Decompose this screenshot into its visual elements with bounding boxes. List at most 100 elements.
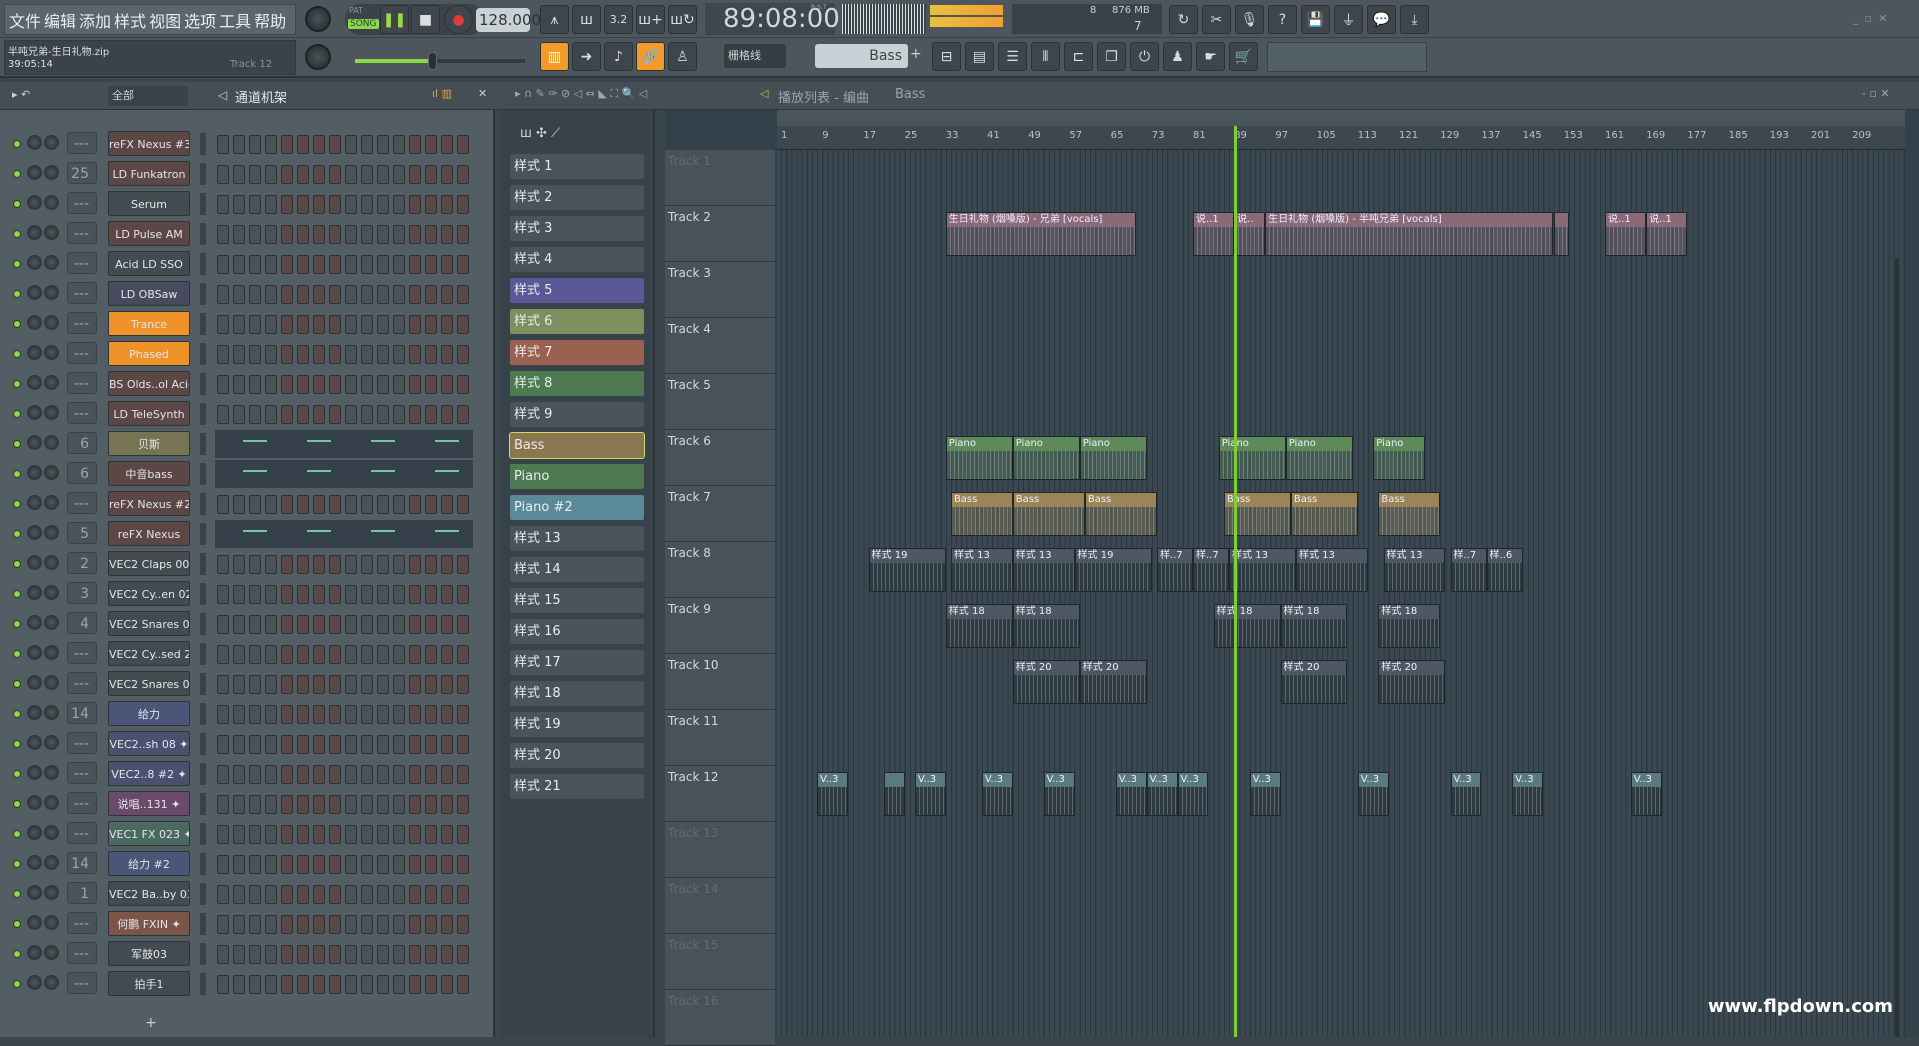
step-button[interactable] [425,285,437,304]
playlist-tools[interactable]: ▸ ∩ ✎ ✑ ⊘ ◁ ⇔ ◣ ⛶ 🔍 ◁ [515,87,647,101]
playlist-clip[interactable]: Bass [1012,492,1085,536]
save-icon[interactable]: 💾 [1301,5,1330,34]
step-button[interactable] [393,135,405,154]
step-button[interactable] [233,615,245,634]
mixer-track-number[interactable]: 6 [67,432,97,454]
step-button[interactable] [217,975,229,994]
piano-roll-preview[interactable] [215,460,473,488]
step-button[interactable] [457,645,469,664]
pan-knob[interactable] [27,195,42,210]
step-button[interactable] [441,915,453,934]
channel-row[interactable]: --- VEC2..8 #2 ✦ [0,759,480,789]
mute-led[interactable] [13,410,21,418]
step-button[interactable] [361,735,373,754]
step-button[interactable] [457,885,469,904]
chat-icon[interactable]: 💬 [1367,5,1396,34]
step-button[interactable] [345,645,357,664]
step-button[interactable] [329,405,341,424]
track-header[interactable]: Track 10 [665,654,775,710]
step-button[interactable] [265,405,277,424]
channel-select-indicator[interactable] [200,733,206,755]
channel-row[interactable]: --- LD OBSaw [0,279,480,309]
step-button[interactable] [233,405,245,424]
step-button[interactable] [233,375,245,394]
mute-led[interactable] [13,560,21,568]
step-button[interactable] [457,285,469,304]
menu-item[interactable]: 添加 [79,8,111,32]
mixer-track-number[interactable]: --- [67,282,97,304]
step-button[interactable] [457,855,469,874]
playlist-clip[interactable] [1553,212,1569,256]
step-button[interactable] [457,675,469,694]
step-button[interactable] [409,375,421,394]
channel-select-indicator[interactable] [200,403,206,425]
step-button[interactable] [249,285,261,304]
playlist-clip[interactable]: 样式 18 [1012,604,1080,648]
step-button[interactable] [217,345,229,364]
channel-select-indicator[interactable] [200,313,206,335]
step-button[interactable] [313,495,325,514]
step-button[interactable] [281,915,293,934]
step-button[interactable] [425,945,437,964]
step-button[interactable] [377,165,389,184]
step-button[interactable] [393,765,405,784]
playlist-clip[interactable]: Bass [950,492,1013,536]
step-button[interactable] [457,615,469,634]
picker-mode-icons[interactable]: ш ✣ ⟋ [520,126,560,141]
channel-name-button[interactable]: 军鼓03 [108,941,190,966]
step-button[interactable] [361,705,373,724]
step-button[interactable] [265,615,277,634]
step-button[interactable] [281,225,293,244]
playlist-clip[interactable]: 样式 13 [950,548,1013,592]
step-button[interactable] [361,795,373,814]
playlist-clip[interactable]: 样式 19 [868,548,946,592]
track-header[interactable]: Track 8 [665,542,775,598]
step-button[interactable] [329,315,341,334]
step-button[interactable] [281,855,293,874]
channel-name-button[interactable]: 何鹏 FXIN ✦ [108,911,190,936]
pan-knob[interactable] [27,315,42,330]
step-button[interactable] [233,225,245,244]
step-button[interactable] [441,285,453,304]
step-button[interactable] [393,885,405,904]
channel-select-indicator[interactable] [200,673,206,695]
step-button[interactable] [329,795,341,814]
channel-name-button[interactable]: LD Funkatron [108,161,190,186]
step-button[interactable] [345,405,357,424]
step-button[interactable] [345,885,357,904]
step-button[interactable] [233,765,245,784]
playlist-clip[interactable]: V..3 [1177,772,1209,816]
pattern-item[interactable]: 样式 14 [510,557,644,582]
step-button[interactable] [265,375,277,394]
step-button[interactable] [393,405,405,424]
channel-name-button[interactable]: LD OBSaw [108,281,190,306]
step-button[interactable] [281,255,293,274]
pattern-item[interactable]: 样式 20 [510,743,644,768]
step-button[interactable] [409,705,421,724]
step-button[interactable] [265,945,277,964]
menu-item[interactable]: 视图 [149,8,181,32]
step-button[interactable] [249,945,261,964]
pattern-item[interactable]: 样式 16 [510,619,644,644]
mute-led[interactable] [13,920,21,928]
mute-led[interactable] [13,350,21,358]
mixer-track-number[interactable]: --- [67,642,97,664]
step-button[interactable] [313,345,325,364]
channel-select-indicator[interactable] [200,223,206,245]
volume-knob[interactable] [44,435,59,450]
step-button[interactable] [393,195,405,214]
step-button[interactable] [233,255,245,274]
channel-select-indicator[interactable] [200,703,206,725]
mixer-track-number[interactable]: --- [67,912,97,934]
step-button[interactable] [377,795,389,814]
channel-select-indicator[interactable] [200,793,206,815]
step-button[interactable] [345,855,357,874]
step-button[interactable] [249,735,261,754]
channel-name-button[interactable]: VEC2 Claps 006 [108,551,190,576]
step-button[interactable] [393,975,405,994]
step-button[interactable] [425,135,437,154]
step-button[interactable] [441,795,453,814]
step-button[interactable] [441,225,453,244]
step-button[interactable] [249,585,261,604]
step-button[interactable] [329,825,341,844]
